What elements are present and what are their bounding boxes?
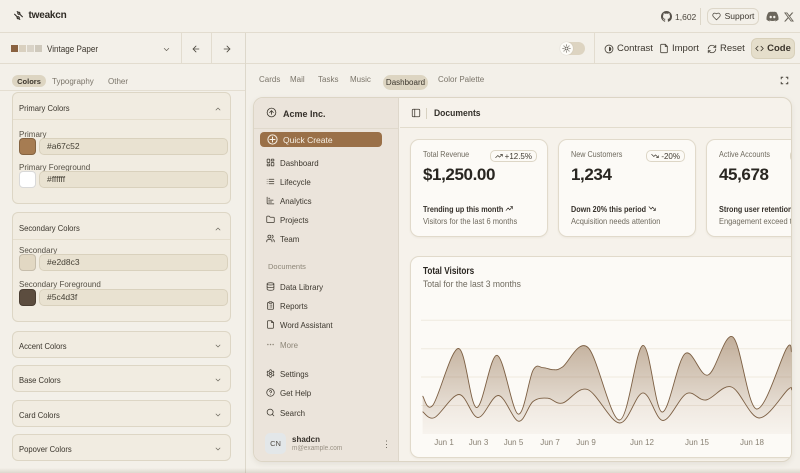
svg-text:Jun 15: Jun 15 <box>685 438 710 447</box>
svg-text:Jun 9: Jun 9 <box>576 438 596 447</box>
svg-text:Jun 1: Jun 1 <box>434 438 454 447</box>
svg-text:Jun 5: Jun 5 <box>504 438 524 447</box>
svg-text:Jun 3: Jun 3 <box>469 438 489 447</box>
svg-text:Jun 7: Jun 7 <box>540 438 560 447</box>
svg-text:Jun 12: Jun 12 <box>630 438 655 447</box>
svg-text:Jun 18: Jun 18 <box>740 438 765 447</box>
